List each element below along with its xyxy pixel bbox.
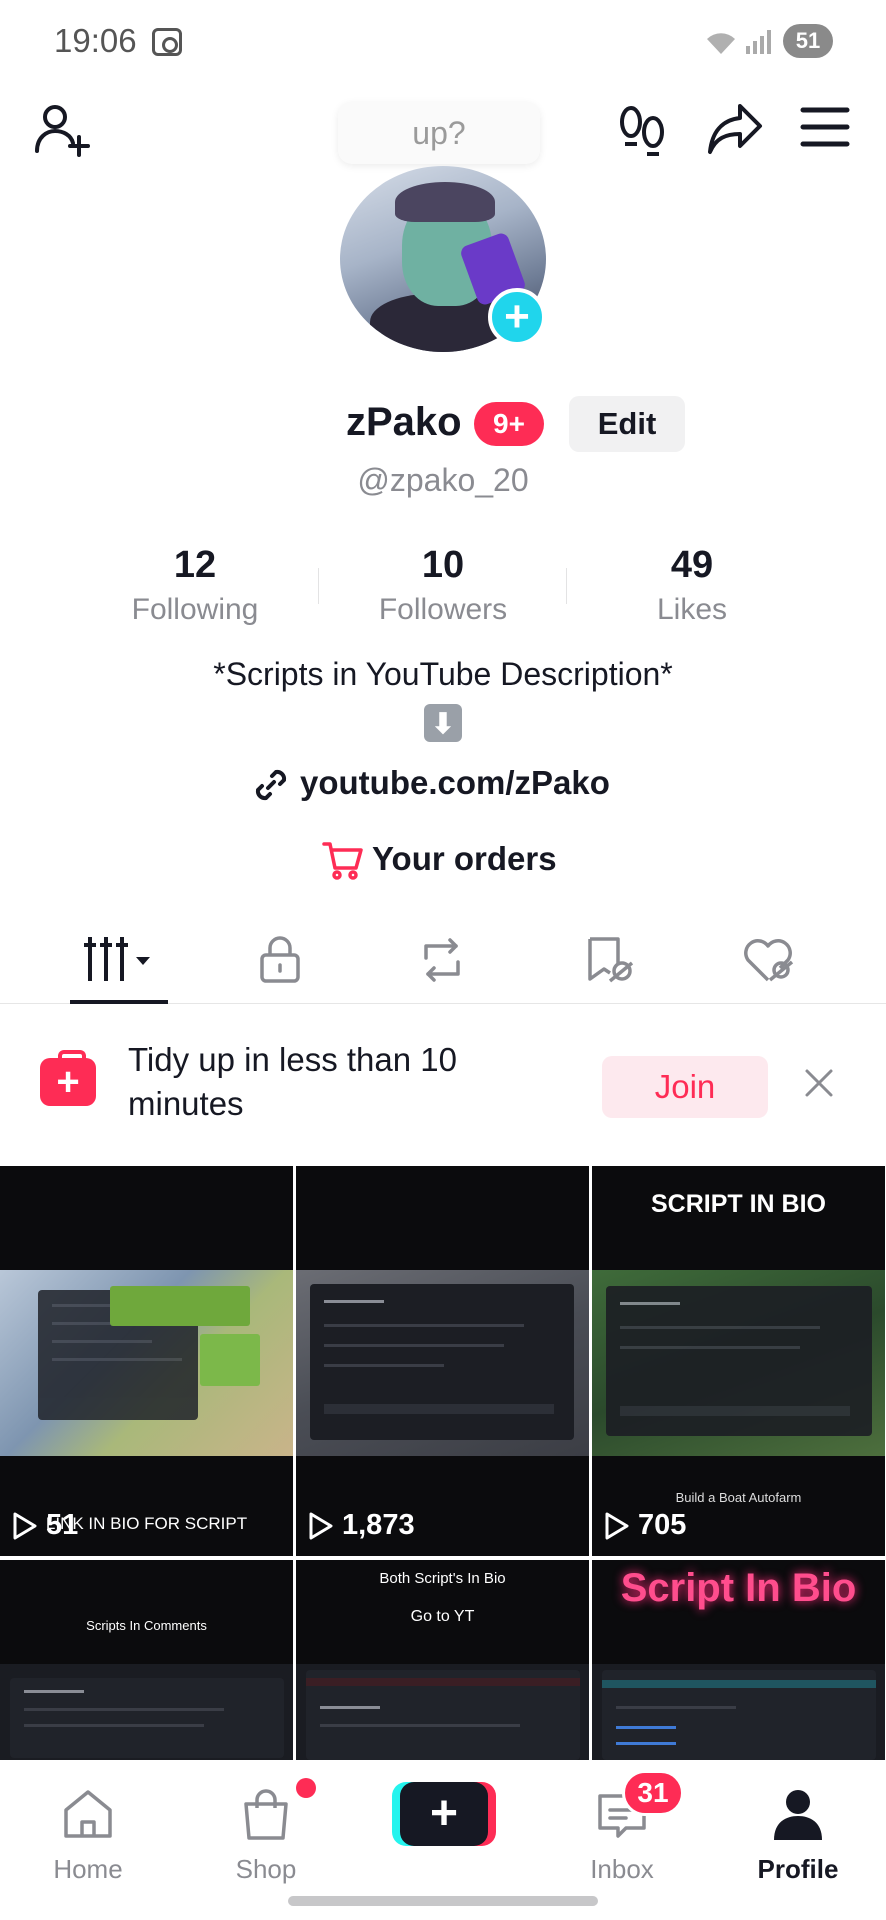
nav-home[interactable]: Home: [18, 1774, 158, 1884]
video-subcaption: Go to YT: [410, 1608, 475, 1625]
play-icon: [605, 1512, 629, 1539]
screen-record-icon: [152, 28, 182, 56]
play-icon: [13, 1512, 37, 1539]
view-count: 705: [604, 1509, 686, 1542]
video-caption: Scripts In Comments: [86, 1618, 207, 1633]
status-time: 19:06: [54, 22, 137, 59]
video-thumbnail[interactable]: Scripts In Comments: [0, 1560, 293, 1760]
inbox-unread-badge: 31: [622, 1770, 684, 1816]
divider: [318, 568, 319, 604]
nav-label: Home: [53, 1854, 123, 1884]
tooltip-bubble: up?: [338, 102, 540, 164]
notification-badge[interactable]: 9+: [474, 402, 544, 446]
profile-name: zPako: [346, 400, 462, 444]
thumbnail-image: [0, 1270, 293, 1456]
create-button[interactable]: +: [392, 1782, 496, 1846]
your-orders-label: Your orders: [372, 840, 557, 877]
thumbnail-image: [296, 1664, 589, 1760]
video-thumbnail[interactable]: LINK IN BIO FOR SCRIPT 51: [0, 1166, 293, 1556]
nav-profile[interactable]: Profile: [728, 1774, 868, 1884]
tab-liked[interactable]: [728, 928, 808, 992]
view-count-value: 51: [46, 1509, 79, 1541]
view-count-value: 705: [638, 1509, 687, 1541]
stat-value: 12: [173, 544, 217, 586]
bio-link-text[interactable]: youtube.com/zPako: [300, 764, 610, 802]
stat-value: 49: [670, 544, 714, 586]
thumbnail-image: [0, 1664, 293, 1760]
signal-icon: [746, 30, 771, 54]
video-grid: LINK IN BIO FOR SCRIPT 51 1,873 SCRIPT I…: [0, 1166, 886, 1760]
menu-icon[interactable]: [796, 98, 854, 156]
stat-likes[interactable]: 49 Likes: [592, 544, 792, 627]
status-bar: 19:06 51: [0, 0, 886, 84]
battery-indicator: 51: [783, 24, 833, 58]
tab-private[interactable]: [240, 928, 320, 992]
active-tab-indicator: [70, 1000, 168, 1004]
join-button[interactable]: Join: [602, 1056, 768, 1118]
close-icon[interactable]: [798, 1062, 840, 1104]
video-caption: SCRIPT IN BIO: [650, 1190, 826, 1218]
tab-reposts[interactable]: [402, 928, 482, 992]
share-icon[interactable]: [702, 96, 768, 162]
video-caption: Both Script's In Bio: [379, 1570, 506, 1587]
profile-handle: @zpako_20: [357, 462, 529, 498]
stat-label: Following: [131, 593, 259, 626]
edit-profile-button[interactable]: Edit: [569, 396, 685, 452]
thumbnail-image: [592, 1664, 885, 1760]
cart-icon: [322, 840, 364, 880]
banner-text: Tidy up in less than 10 minutes: [128, 1041, 457, 1122]
nav-label: Shop: [235, 1854, 297, 1884]
view-count-value: 1,873: [342, 1509, 415, 1541]
down-arrow-emoji: ⬇: [424, 704, 462, 742]
home-indicator[interactable]: [288, 1896, 598, 1906]
video-thumbnail[interactable]: Script In Bio: [592, 1560, 885, 1760]
bio-text: *Scripts in YouTube Description*: [213, 656, 673, 692]
video-thumbnail[interactable]: 1,873: [296, 1166, 589, 1556]
view-count: 51: [12, 1509, 78, 1542]
tab-videos[interactable]: [78, 928, 158, 992]
profile-name-row: zPako 9+ Edit: [0, 396, 886, 452]
tidy-up-banner: + Tidy up in less than 10 minutes Join: [0, 1024, 886, 1144]
stat-followers[interactable]: 10 Followers: [343, 544, 543, 627]
wifi-icon: [704, 30, 738, 63]
thumbnail-image: [592, 1270, 885, 1456]
home-icon: [64, 1790, 112, 1838]
video-caption: Build a Boat Autofarm: [675, 1490, 802, 1505]
link-icon: [252, 766, 290, 804]
video-thumbnail[interactable]: SCRIPT IN BIO Build a Boat Autofarm 705: [592, 1166, 885, 1556]
play-icon: [309, 1512, 333, 1539]
nav-label: Profile: [757, 1854, 839, 1884]
stat-label: Likes: [656, 593, 728, 626]
video-caption: Script In Bio: [620, 1566, 857, 1610]
profile-tabs: [0, 920, 886, 1004]
your-orders-link[interactable]: Your orders: [0, 836, 886, 886]
thumbnail-image: [296, 1270, 589, 1456]
add-story-button[interactable]: +: [488, 288, 546, 346]
bio-link[interactable]: youtube.com/zPako: [0, 758, 886, 808]
nav-label: Inbox: [590, 1854, 654, 1884]
video-thumbnail[interactable]: Both Script's In Bio Go to YT: [296, 1560, 589, 1760]
divider: [566, 568, 567, 604]
stat-following[interactable]: 12 Following: [95, 544, 295, 627]
toolbox-icon: +: [40, 1050, 96, 1106]
stat-value: 10: [421, 544, 465, 586]
view-count: 1,873: [308, 1509, 415, 1542]
shop-notification-dot: [296, 1778, 316, 1798]
shopping-bag-icon: [244, 1789, 288, 1840]
profile-icon: [774, 1790, 822, 1840]
plus-icon: +: [400, 1782, 488, 1846]
profile-stats: 12 Following 10 Followers 49 Likes: [0, 544, 886, 628]
footprints-icon[interactable]: [612, 98, 672, 162]
tab-favorites[interactable]: [568, 928, 648, 992]
add-friend-icon[interactable]: [30, 96, 94, 160]
stat-label: Followers: [378, 593, 508, 626]
